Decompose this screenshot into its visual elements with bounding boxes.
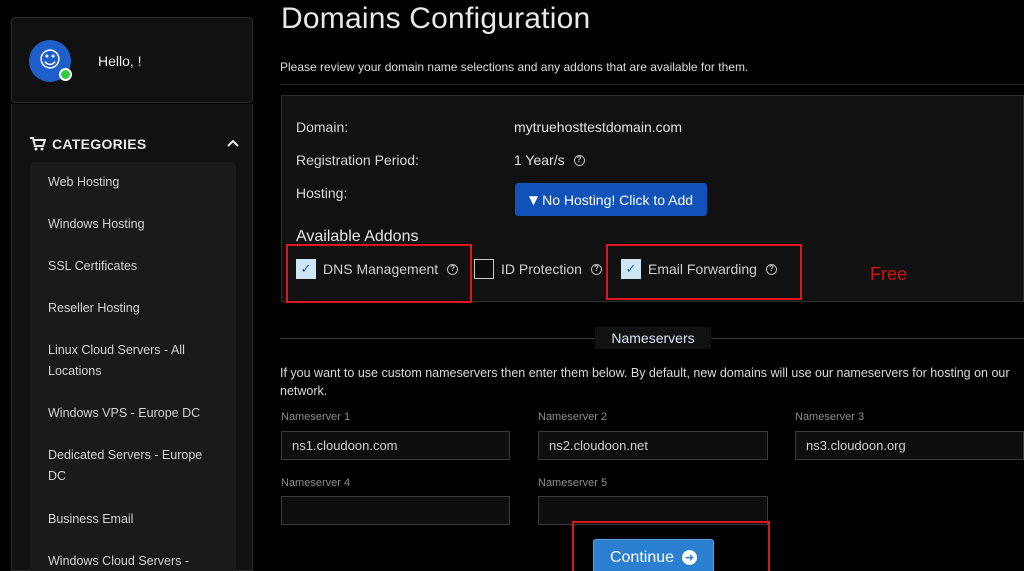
- arrow-right-icon: ➜: [682, 550, 698, 565]
- domain-value: mytruehosttestdomain.com: [514, 119, 682, 135]
- nameserver-2-input[interactable]: [538, 431, 768, 460]
- help-icon[interactable]: ?: [590, 263, 602, 275]
- plug-icon: ▼: [528, 192, 539, 207]
- help-icon[interactable]: ?: [573, 154, 585, 166]
- nameserver-1-input[interactable]: [281, 431, 510, 460]
- category-item-linux-cloud-servers[interactable]: Linux Cloud Servers - All Locations: [48, 340, 223, 382]
- main-content: Domains Configuration Please review your…: [280, 0, 1024, 571]
- categories-header[interactable]: CATEGORIES: [30, 134, 240, 154]
- category-item-windows-hosting[interactable]: Windows Hosting: [48, 214, 223, 235]
- chevron-up-icon[interactable]: [226, 136, 240, 150]
- category-item-business-email[interactable]: Business Email: [48, 509, 223, 530]
- continue-button[interactable]: Continue ➜: [593, 539, 714, 571]
- hosting-label: Hosting:: [296, 185, 348, 201]
- category-item-windows-cloud-servers[interactable]: Windows Cloud Servers -: [48, 551, 223, 571]
- sidebar: ☺ Hello, ! CATEGORIES Web Hosting Window…: [0, 0, 264, 571]
- id-protection-checkbox[interactable]: [474, 259, 494, 279]
- nameserver-4-input[interactable]: [281, 496, 510, 525]
- page-intro: Please review your domain name selection…: [280, 60, 749, 74]
- nameservers-title: Nameservers: [595, 327, 711, 349]
- divider: [280, 84, 1024, 85]
- page-title: Domains Configuration: [281, 2, 591, 35]
- registration-period-text: 1 Year/s: [514, 152, 565, 168]
- smiley-icon: ☺: [38, 48, 62, 73]
- nameserver-3-input[interactable]: [795, 431, 1024, 460]
- category-item-reseller-hosting[interactable]: Reseller Hosting: [48, 298, 223, 319]
- categories-title: CATEGORIES: [52, 136, 147, 152]
- free-annotation: Free: [870, 264, 908, 284]
- nameserver-5-label: Nameserver 5: [538, 477, 608, 489]
- registration-period-label: Registration Period:: [296, 152, 419, 168]
- category-item-ssl-certificates[interactable]: SSL Certificates: [48, 256, 223, 277]
- nameserver-3-label: Nameserver 3: [795, 411, 865, 423]
- nameserver-1-label: Nameserver 1: [281, 411, 351, 423]
- id-protection-label: ID Protection: [501, 261, 582, 277]
- nameserver-2-label: Nameserver 2: [538, 411, 608, 423]
- online-status-icon: [59, 68, 72, 81]
- cart-icon: [30, 137, 46, 151]
- category-item-web-hosting[interactable]: Web Hosting: [48, 172, 223, 193]
- nameserver-4-label: Nameserver 4: [281, 477, 351, 489]
- highlight-box-email: [606, 244, 802, 300]
- registration-period-value: 1 Year/s ?: [514, 152, 585, 168]
- category-item-dedicated-servers[interactable]: Dedicated Servers - Europe DC: [48, 445, 223, 487]
- domain-name: mytruehosttestdomain.com: [514, 119, 683, 135]
- add-hosting-label: No Hosting! Click to Add: [542, 191, 694, 208]
- continue-label: Continue: [609, 548, 675, 566]
- categories-list: Web Hosting Windows Hosting SSL Certific…: [30, 162, 236, 571]
- user-greeting: Hello, !: [98, 53, 142, 69]
- domain-label: Domain:: [296, 119, 349, 135]
- highlight-box-dns: [286, 244, 472, 303]
- addon-id-protection[interactable]: ID Protection ?: [474, 259, 602, 279]
- user-card: ☺ Hello, !: [11, 17, 253, 103]
- nameservers-help: If you want to use custom nameservers th…: [280, 366, 1010, 398]
- add-hosting-button[interactable]: ▼ No Hosting! Click to Add: [515, 183, 707, 216]
- category-item-windows-vps[interactable]: Windows VPS - Europe DC: [48, 403, 223, 424]
- categories-panel: CATEGORIES Web Hosting Windows Hosting S…: [11, 104, 253, 571]
